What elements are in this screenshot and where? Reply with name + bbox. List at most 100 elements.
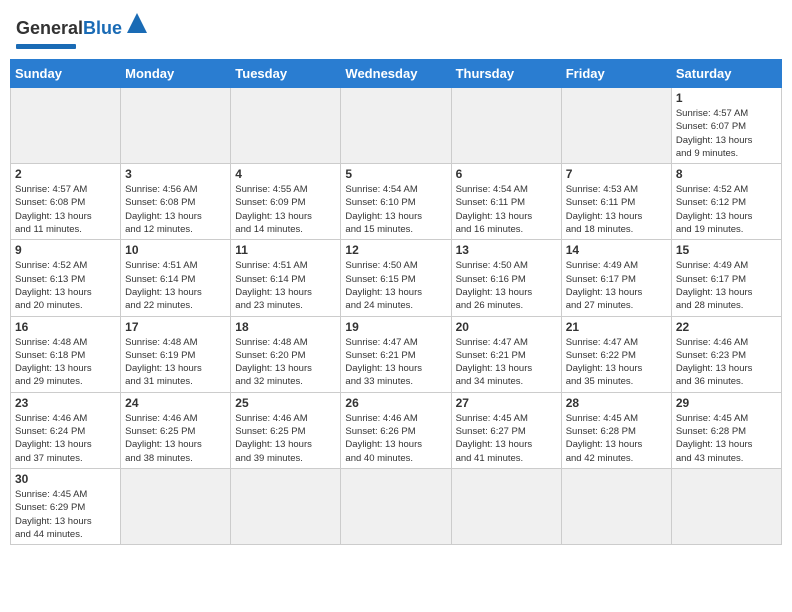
calendar-cell: 10Sunrise: 4:51 AMSunset: 6:14 PMDayligh… <box>121 240 231 316</box>
day-info: Sunrise: 4:45 AMSunset: 6:29 PMDaylight:… <box>15 488 116 541</box>
day-number: 20 <box>456 320 557 334</box>
calendar-header-row: SundayMondayTuesdayWednesdayThursdayFrid… <box>11 60 782 88</box>
calendar-cell <box>341 88 451 164</box>
day-number: 19 <box>345 320 446 334</box>
logo-icon <box>126 12 148 34</box>
calendar-week-row: 16 Sunrise: 4:48 AMSunset: 6:18 PMDayligh… <box>11 316 782 392</box>
day-number: 22 <box>676 320 777 334</box>
day-number: 9 <box>15 243 116 257</box>
day-info: Sunrise: 4:57 AMSunset: 6:08 PMDaylight:… <box>15 183 116 236</box>
calendar-cell <box>341 468 451 544</box>
header-saturday: Saturday <box>671 60 781 88</box>
day-number: 2 <box>15 167 116 181</box>
day-number: 1 <box>676 91 777 105</box>
calendar-cell: 20 Sunrise: 4:47 AMSunset: 6:21 PMDayligh… <box>451 316 561 392</box>
calendar-cell: 23 Sunrise: 4:46 AMSunset: 6:24 PMDayligh… <box>11 392 121 468</box>
calendar-week-row: 23 Sunrise: 4:46 AMSunset: 6:24 PMDayligh… <box>11 392 782 468</box>
calendar-cell: 25Sunrise: 4:46 AMSunset: 6:25 PMDayligh… <box>231 392 341 468</box>
day-info: Sunrise: 4:47 AMSunset: 6:22 PMDaylight:… <box>566 336 667 389</box>
calendar-week-row: 9 Sunrise: 4:52 AMSunset: 6:13 PMDaylight… <box>11 240 782 316</box>
logo-bar <box>16 44 76 49</box>
calendar-cell: 12 Sunrise: 4:50 AMSunset: 6:15 PMDayligh… <box>341 240 451 316</box>
header-wednesday: Wednesday <box>341 60 451 88</box>
calendar-header: GeneralBlue <box>10 10 782 53</box>
calendar-cell: 27 Sunrise: 4:45 AMSunset: 6:27 PMDayligh… <box>451 392 561 468</box>
day-number: 28 <box>566 396 667 410</box>
calendar-cell <box>231 468 341 544</box>
day-info: Sunrise: 4:48 AMSunset: 6:20 PMDaylight:… <box>235 336 336 389</box>
day-info: Sunrise: 4:48 AMSunset: 6:19 PMDaylight:… <box>125 336 226 389</box>
day-number: 17 <box>125 320 226 334</box>
calendar-cell: 17 Sunrise: 4:48 AMSunset: 6:19 PMDayligh… <box>121 316 231 392</box>
day-info: Sunrise: 4:57 AMSunset: 6:07 PMDaylight:… <box>676 107 777 160</box>
day-info: Sunrise: 4:46 AMSunset: 6:26 PMDaylight:… <box>345 412 446 465</box>
calendar-cell: 8Sunrise: 4:52 AMSunset: 6:12 PMDaylight… <box>671 164 781 240</box>
day-info: Sunrise: 4:46 AMSunset: 6:23 PMDaylight:… <box>676 336 777 389</box>
day-info: Sunrise: 4:49 AMSunset: 6:17 PMDaylight:… <box>566 259 667 312</box>
calendar-cell: 19 Sunrise: 4:47 AMSunset: 6:21 PMDayligh… <box>341 316 451 392</box>
header-friday: Friday <box>561 60 671 88</box>
day-number: 14 <box>566 243 667 257</box>
header-thursday: Thursday <box>451 60 561 88</box>
day-number: 27 <box>456 396 557 410</box>
calendar-cell: 24Sunrise: 4:46 AMSunset: 6:25 PMDayligh… <box>121 392 231 468</box>
day-info: Sunrise: 4:54 AMSunset: 6:10 PMDaylight:… <box>345 183 446 236</box>
calendar-cell <box>121 88 231 164</box>
day-number: 21 <box>566 320 667 334</box>
day-number: 7 <box>566 167 667 181</box>
calendar-cell: 9 Sunrise: 4:52 AMSunset: 6:13 PMDaylight… <box>11 240 121 316</box>
calendar-cell: 5Sunrise: 4:54 AMSunset: 6:10 PMDaylight… <box>341 164 451 240</box>
calendar-cell: 15 Sunrise: 4:49 AMSunset: 6:17 PMDayligh… <box>671 240 781 316</box>
day-info: Sunrise: 4:52 AMSunset: 6:13 PMDaylight:… <box>15 259 116 312</box>
day-info: Sunrise: 4:50 AMSunset: 6:16 PMDaylight:… <box>456 259 557 312</box>
day-number: 24 <box>125 396 226 410</box>
day-info: Sunrise: 4:49 AMSunset: 6:17 PMDaylight:… <box>676 259 777 312</box>
calendar-cell <box>671 468 781 544</box>
day-number: 26 <box>345 396 446 410</box>
day-info: Sunrise: 4:47 AMSunset: 6:21 PMDaylight:… <box>345 336 446 389</box>
day-info: Sunrise: 4:55 AMSunset: 6:09 PMDaylight:… <box>235 183 336 236</box>
calendar-cell <box>451 468 561 544</box>
calendar-cell: 30 Sunrise: 4:45 AMSunset: 6:29 PMDayligh… <box>11 468 121 544</box>
calendar-cell <box>121 468 231 544</box>
calendar-cell: 4 Sunrise: 4:55 AMSunset: 6:09 PMDaylight… <box>231 164 341 240</box>
day-number: 8 <box>676 167 777 181</box>
calendar-cell <box>231 88 341 164</box>
day-number: 4 <box>235 167 336 181</box>
day-number: 16 <box>15 320 116 334</box>
day-number: 18 <box>235 320 336 334</box>
day-info: Sunrise: 4:45 AMSunset: 6:28 PMDaylight:… <box>566 412 667 465</box>
day-number: 12 <box>345 243 446 257</box>
logo-text: GeneralBlue <box>16 19 122 37</box>
day-number: 15 <box>676 243 777 257</box>
calendar-cell: 18 Sunrise: 4:48 AMSunset: 6:20 PMDayligh… <box>231 316 341 392</box>
logo: GeneralBlue <box>16 14 148 49</box>
day-number: 30 <box>15 472 116 486</box>
day-info: Sunrise: 4:54 AMSunset: 6:11 PMDaylight:… <box>456 183 557 236</box>
calendar-cell: 1 Sunrise: 4:57 AMSunset: 6:07 PMDaylight… <box>671 88 781 164</box>
day-number: 23 <box>15 396 116 410</box>
day-number: 6 <box>456 167 557 181</box>
calendar-cell: 29Sunrise: 4:45 AMSunset: 6:28 PMDayligh… <box>671 392 781 468</box>
calendar-cell <box>561 468 671 544</box>
day-info: Sunrise: 4:46 AMSunset: 6:24 PMDaylight:… <box>15 412 116 465</box>
calendar-cell: 26 Sunrise: 4:46 AMSunset: 6:26 PMDayligh… <box>341 392 451 468</box>
calendar-cell: 3 Sunrise: 4:56 AMSunset: 6:08 PMDaylight… <box>121 164 231 240</box>
day-info: Sunrise: 4:51 AMSunset: 6:14 PMDaylight:… <box>235 259 336 312</box>
day-info: Sunrise: 4:45 AMSunset: 6:27 PMDaylight:… <box>456 412 557 465</box>
calendar-week-row: 2 Sunrise: 4:57 AMSunset: 6:08 PMDaylight… <box>11 164 782 240</box>
calendar-cell: 11 Sunrise: 4:51 AMSunset: 6:14 PMDayligh… <box>231 240 341 316</box>
calendar-cell: 7Sunrise: 4:53 AMSunset: 6:11 PMDaylight… <box>561 164 671 240</box>
day-info: Sunrise: 4:50 AMSunset: 6:15 PMDaylight:… <box>345 259 446 312</box>
day-number: 13 <box>456 243 557 257</box>
header-tuesday: Tuesday <box>231 60 341 88</box>
day-number: 3 <box>125 167 226 181</box>
calendar-cell: 16 Sunrise: 4:48 AMSunset: 6:18 PMDayligh… <box>11 316 121 392</box>
day-info: Sunrise: 4:56 AMSunset: 6:08 PMDaylight:… <box>125 183 226 236</box>
day-number: 29 <box>676 396 777 410</box>
calendar-cell: 28 Sunrise: 4:45 AMSunset: 6:28 PMDayligh… <box>561 392 671 468</box>
calendar-cell <box>561 88 671 164</box>
day-info: Sunrise: 4:47 AMSunset: 6:21 PMDaylight:… <box>456 336 557 389</box>
day-info: Sunrise: 4:48 AMSunset: 6:18 PMDaylight:… <box>15 336 116 389</box>
day-number: 11 <box>235 243 336 257</box>
